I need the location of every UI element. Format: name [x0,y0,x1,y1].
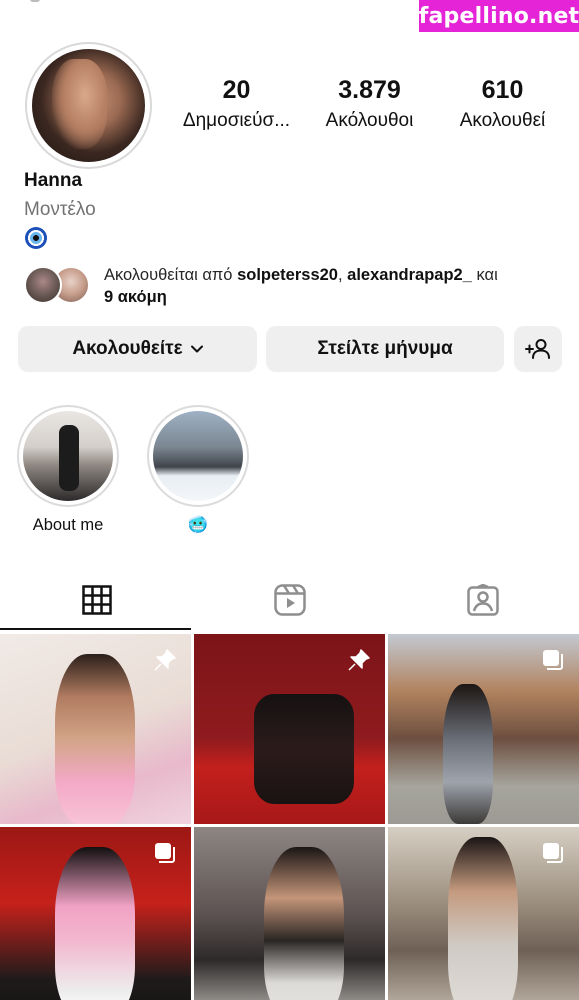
followed-by-text: Ακολουθείται από solpeterss20, alexandra… [104,264,554,308]
mutual-user-2[interactable]: alexandrapap2_ [347,266,472,284]
tagged-icon [466,584,499,616]
post-image [55,654,135,824]
followed-by-separator: , [337,266,348,284]
evil-eye-emoji-icon [25,227,47,249]
stat-posts-value: 20 [222,76,251,104]
post-thumbnail[interactable] [194,634,385,824]
following-button[interactable]: Ακολουθείτε [18,326,257,372]
highlight-cover [153,411,243,501]
pin-icon [348,649,370,671]
following-button-label: Ακολουθείτε [72,338,183,359]
highlight-ring [17,405,119,507]
profile-actions: Ακολουθείτε Στείλτε μήνυμα [18,326,562,372]
post-thumbnail[interactable] [0,827,191,1000]
profile-stats: 20 Δημοσιεύσ... 3.879 Ακόλουθοι 610 Ακολ… [170,74,570,132]
profile-avatar[interactable] [32,49,145,162]
post-image [254,694,354,804]
stat-posts-label: Δημοσιεύσ... [182,110,291,131]
stat-followers[interactable]: 3.879 Ακόλουθοι [303,74,436,132]
post-image [55,847,135,1000]
stat-posts[interactable]: 20 Δημοσιεύσ... [170,74,303,132]
carousel-icon [155,843,175,863]
tab-posts-grid[interactable] [0,570,193,630]
stat-following-label: Ακολουθεί [459,110,546,131]
stat-following-value: 610 [481,76,524,104]
suggested-users-button[interactable] [514,326,562,372]
pin-icon [154,649,176,671]
grid-icon [81,585,112,615]
stat-followers-value: 3.879 [338,76,401,104]
profile-category: Μοντέλο [24,199,96,220]
stat-followers-label: Ακόλουθοι [325,110,414,131]
followed-by-more[interactable]: 9 ακόμη [104,288,167,306]
post-thumbnail[interactable] [0,634,191,824]
post-thumbnail[interactable] [388,827,579,1000]
profile-tabs [0,570,579,632]
followed-by-conjunction: και [471,266,498,284]
carousel-icon [543,650,563,670]
highlight-label: About me [32,516,104,534]
story-highlight[interactable]: 🥶 [147,405,249,535]
highlight-ring [147,405,249,507]
mutual-follower-avatar [24,266,62,304]
stat-following[interactable]: 610 Ακολουθεί [436,74,569,132]
message-button-label: Στείλτε μήνυμα [317,338,453,359]
post-image [443,684,493,824]
post-thumbnail[interactable] [388,634,579,824]
carousel-icon [543,843,563,863]
tab-reels[interactable] [193,570,386,630]
status-indicator [30,0,40,2]
post-image [448,837,518,1000]
highlight-cover [23,411,113,501]
post-thumbnail[interactable] [194,827,385,1000]
tab-tagged[interactable] [386,570,579,630]
chevron-down-icon [190,345,203,353]
posts-grid [0,634,579,1000]
followed-by[interactable]: Ακολουθείται από solpeterss20, alexandra… [24,264,564,308]
followed-by-prefix: Ακολουθείται από [104,266,238,284]
mutual-user-1[interactable]: solpeterss20 [237,266,338,284]
profile-avatar-ring[interactable] [25,42,152,169]
highlight-label: 🥶 [187,516,209,534]
active-tab-indicator [0,628,191,630]
profile-name: Hanna [24,170,83,191]
story-highlight[interactable]: About me [17,405,119,535]
reels-icon [273,584,306,616]
post-image [264,847,344,1000]
message-button[interactable]: Στείλτε μήνυμα [266,326,504,372]
add-person-icon [525,339,550,359]
watermark: fapellino.net [419,0,579,32]
